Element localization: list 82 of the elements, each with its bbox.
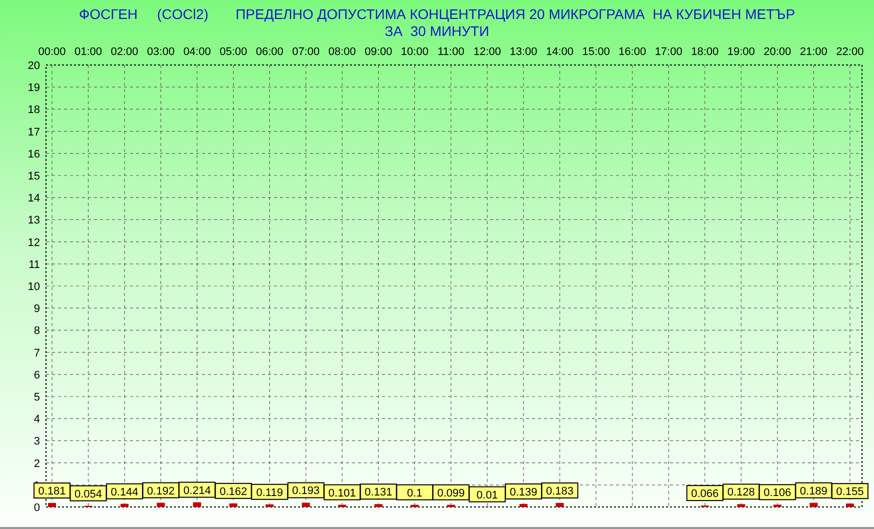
bar xyxy=(302,502,310,507)
hour-label: 13:00 xyxy=(510,46,538,58)
bar xyxy=(156,502,165,507)
hour-label: 03:00 xyxy=(147,46,175,58)
hour-label: 12:00 xyxy=(473,46,501,58)
bar xyxy=(229,503,238,507)
hour-label: 15:00 xyxy=(582,46,610,58)
hour-label: 01:00 xyxy=(74,46,102,58)
y-tick-label: 7 xyxy=(34,347,40,360)
chart-title: ЗА 30 МИНУТИ xyxy=(384,23,490,40)
hour-label: 11:00 xyxy=(438,46,464,58)
value-label: 0.128 xyxy=(722,484,760,500)
hour-label: 00:00 xyxy=(38,46,66,58)
value-label: 0.131 xyxy=(360,484,397,500)
bar xyxy=(266,504,274,507)
y-tick-label: 9 xyxy=(34,303,40,316)
hour-label: 20:00 xyxy=(764,46,792,58)
value-label: 0.214 xyxy=(178,482,216,498)
bar xyxy=(773,504,782,507)
bar xyxy=(737,504,746,507)
hour-label: 06:00 xyxy=(256,46,284,58)
hour-label: 18:00 xyxy=(691,46,719,58)
value-label: 0.106 xyxy=(758,484,796,500)
hour-label: 16:00 xyxy=(618,46,646,58)
value-label: 0.162 xyxy=(214,482,252,499)
value-label: 0.181 xyxy=(34,482,70,498)
hour-label: 08:00 xyxy=(328,46,356,58)
y-tick-label: 20 xyxy=(28,60,40,72)
hour-label: 04:00 xyxy=(183,46,211,58)
value-label: 0.189 xyxy=(795,482,832,498)
hour-label: 21:00 xyxy=(800,46,828,58)
value-label: 0.099 xyxy=(432,484,470,500)
y-tick-label: 17 xyxy=(28,126,40,138)
y-tick-label: 15 xyxy=(28,170,40,182)
bar xyxy=(846,504,854,507)
bar xyxy=(374,504,382,507)
bar xyxy=(410,504,419,507)
value-label: 0.155 xyxy=(831,483,868,500)
y-tick-label: 6 xyxy=(34,369,40,382)
value-label: 0.066 xyxy=(686,485,724,502)
y-tick-label: 13 xyxy=(28,214,40,227)
y-tick-label: 14 xyxy=(28,192,40,205)
value-label: 0.192 xyxy=(142,482,180,498)
bar xyxy=(48,503,56,507)
hour-label: 14:00 xyxy=(546,46,574,58)
value-label: 0.193 xyxy=(287,482,324,498)
value-label: 0.183 xyxy=(541,482,578,498)
value-label: 0.1 xyxy=(396,484,434,500)
hour-label: 17:00 xyxy=(654,46,682,58)
bar xyxy=(338,504,346,507)
value-label: 0.139 xyxy=(505,483,542,500)
value-label: 0.144 xyxy=(106,483,144,500)
y-tick-label: 2 xyxy=(34,458,40,470)
bar xyxy=(446,504,455,507)
hour-label: 19:00 xyxy=(727,46,755,58)
y-tick-label: 5 xyxy=(34,392,40,404)
hour-label: 05:00 xyxy=(220,46,248,58)
y-tick-label: 4 xyxy=(34,414,40,426)
chart-title: ФОСГЕН (COCl2) ПРЕДЕЛНО ДОПУСТИМА КОНЦЕНТРАЦИЯ 20 МИКРОГРАМА НА КУБИЧЕН МЕТЪР xyxy=(78,6,796,23)
y-tick-label: 0 xyxy=(34,502,40,514)
hour-label: 02:00 xyxy=(110,46,138,58)
y-tick-label: 8 xyxy=(34,325,40,338)
value-label: 0.101 xyxy=(324,484,361,500)
y-tick-label: 12 xyxy=(28,236,40,249)
hour-label: 07:00 xyxy=(292,46,320,58)
y-tick-label: 10 xyxy=(28,281,40,293)
hour-label: 09:00 xyxy=(364,46,392,58)
y-tick-label: 16 xyxy=(28,148,40,160)
y-tick-label: 18 xyxy=(28,104,40,116)
bar xyxy=(193,502,202,507)
value-label: 0.054 xyxy=(70,485,107,502)
hour-label: 22:00 xyxy=(836,46,864,58)
hour-label: 10:00 xyxy=(400,46,428,58)
value-label: 0.119 xyxy=(251,484,288,500)
y-tick-label: 3 xyxy=(34,436,40,448)
bar xyxy=(120,504,129,507)
bar xyxy=(520,504,528,507)
value-label: 0.01 xyxy=(468,486,506,502)
y-tick-label: 19 xyxy=(28,82,40,94)
bar xyxy=(556,502,564,507)
bar xyxy=(810,502,818,507)
y-tick-label: 11 xyxy=(28,258,40,271)
